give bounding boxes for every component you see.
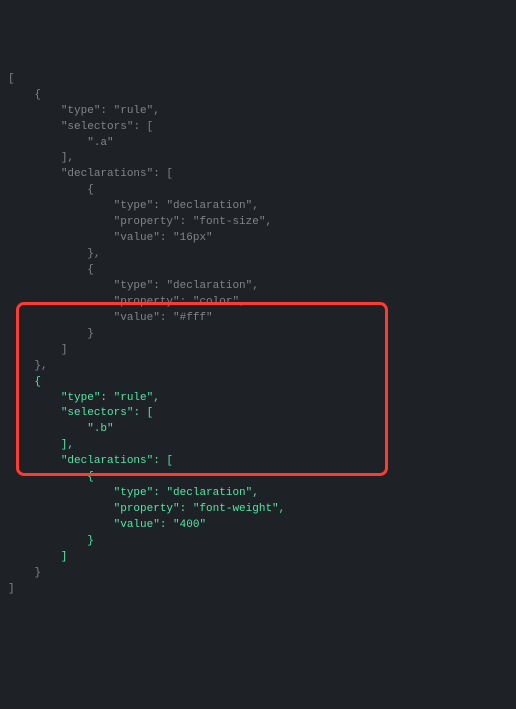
key-type: "type"	[114, 200, 154, 212]
selector-b: ".b"	[87, 423, 113, 435]
val-16px: "16px"	[173, 232, 213, 244]
val-declaration: "declaration"	[166, 280, 252, 292]
key-value: "value"	[114, 519, 160, 531]
key-value: "value"	[114, 312, 160, 324]
key-type: "type"	[61, 105, 101, 117]
selector-a: ".a"	[87, 137, 113, 149]
key-value: "value"	[114, 232, 160, 244]
key-property: "property"	[114, 216, 180, 228]
code-block: [ { "type": "rule", "selectors": [ ".a" …	[8, 72, 508, 598]
key-declarations: "declarations"	[61, 455, 153, 467]
key-property: "property"	[114, 503, 180, 515]
val-rule: "rule"	[114, 392, 154, 404]
val-declaration: "declaration"	[166, 200, 252, 212]
key-type: "type"	[114, 280, 154, 292]
key-selectors: "selectors"	[61, 121, 134, 133]
key-property: "property"	[114, 296, 180, 308]
val-400: "400"	[173, 519, 206, 531]
key-declarations: "declarations"	[61, 168, 153, 180]
key-type: "type"	[61, 392, 101, 404]
val-rule: "rule"	[114, 105, 154, 117]
val-fontsize: "font-size"	[193, 216, 266, 228]
val-declaration: "declaration"	[166, 487, 252, 499]
key-selectors: "selectors"	[61, 407, 134, 419]
val-fontweight: "font-weight"	[193, 503, 279, 515]
val-fff: "#fff"	[173, 312, 213, 324]
val-color: "color"	[193, 296, 239, 308]
key-type: "type"	[114, 487, 154, 499]
